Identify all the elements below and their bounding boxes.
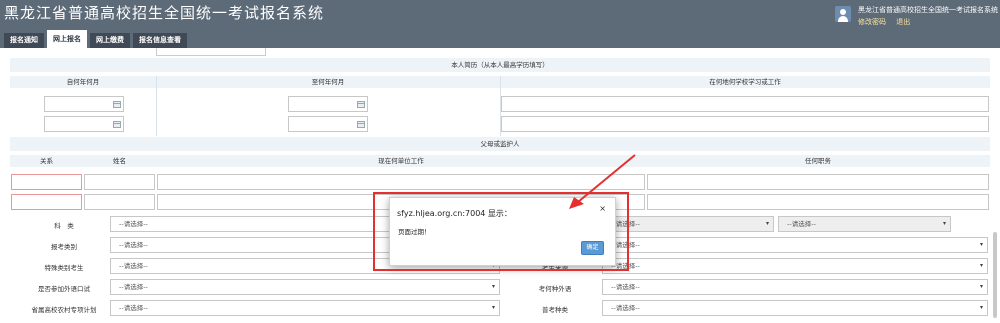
rural-plan-select[interactable]: --请选择-- ▾ bbox=[110, 300, 500, 316]
resume-col-where: 在何地何学校学习或工作 bbox=[500, 76, 990, 88]
guardian-section-title: 父母或监护人 bbox=[10, 137, 990, 151]
guardian-col-relation: 关系 bbox=[10, 155, 83, 167]
guardian-col-work: 现在何单位工作 bbox=[156, 155, 646, 167]
page-scrollbar[interactable] bbox=[993, 232, 997, 318]
subject-subselect-2[interactable]: --请选择-- ▾ bbox=[778, 216, 951, 232]
app-header: 黑龙江省普通高校招生全国统一考试报名系统 报名通知 网上报名 网上缴费 报名信息… bbox=[0, 0, 1000, 48]
change-password-link[interactable]: 修改密码 bbox=[858, 18, 886, 26]
tab-registration-info[interactable]: 报名信息查看 bbox=[133, 33, 187, 48]
resume-where-2[interactable] bbox=[501, 116, 989, 132]
resume-col-to: 至何年何月 bbox=[156, 76, 500, 88]
subject-label: 科 类 bbox=[54, 222, 74, 230]
user-name: 黑龙江省普通高校招生全国统一考试报名系统 bbox=[858, 6, 998, 14]
exam-type-subselect[interactable]: --请选择-- ▾ bbox=[602, 237, 988, 253]
highlight-box bbox=[373, 192, 629, 271]
user-area: 黑龙江省普通高校招生全国统一考试报名系统 修改密码 退出 bbox=[835, 4, 1000, 30]
guardian-name-1[interactable] bbox=[84, 174, 155, 190]
chevron-down-icon: ▾ bbox=[491, 304, 495, 311]
guardian-relation-2[interactable] bbox=[11, 194, 82, 210]
calendar-icon[interactable] bbox=[113, 101, 121, 108]
exam-type-label: 报考类别 bbox=[51, 243, 77, 251]
nav-tabs: 报名通知 网上报名 网上缴费 报名信息查看 bbox=[4, 30, 187, 48]
logout-link[interactable]: 退出 bbox=[896, 18, 910, 26]
graduation-type-label: 普考种类 bbox=[542, 306, 568, 314]
calendar-icon[interactable] bbox=[357, 121, 365, 128]
chevron-down-icon: ▾ bbox=[979, 241, 983, 248]
tab-online-payment[interactable]: 网上缴费 bbox=[90, 33, 130, 48]
tab-online-registration[interactable]: 网上报名 bbox=[47, 30, 87, 48]
candidate-source-select[interactable]: --请选择-- ▾ bbox=[602, 258, 988, 274]
graduation-type-select[interactable]: --请选择-- ▾ bbox=[602, 300, 988, 316]
resume-to-date-2[interactable] bbox=[288, 116, 368, 132]
calendar-icon[interactable] bbox=[357, 101, 365, 108]
guardian-duty-2[interactable] bbox=[647, 194, 989, 210]
chevron-down-icon: ▾ bbox=[979, 304, 983, 311]
oral-test-label: 是否参加外语口试 bbox=[38, 285, 90, 293]
foreign-language-label: 考何种外语 bbox=[538, 285, 572, 293]
truncated-input[interactable] bbox=[156, 48, 266, 56]
resume-col-from: 自何年何月 bbox=[10, 76, 156, 88]
chevron-down-icon: ▾ bbox=[765, 220, 769, 227]
foreign-language-select[interactable]: --请选择-- ▾ bbox=[602, 279, 988, 295]
user-avatar-icon bbox=[835, 6, 851, 22]
app-title: 黑龙江省普通高校招生全国统一考试报名系统 bbox=[4, 4, 325, 22]
guardian-name-2[interactable] bbox=[84, 194, 155, 210]
guardian-col-duty: 任何职务 bbox=[646, 155, 990, 167]
chevron-down-icon: ▾ bbox=[979, 283, 983, 290]
resume-section-title: 本人简历（从本人最高学历填写） bbox=[10, 58, 990, 72]
resume-from-date-2[interactable] bbox=[44, 116, 124, 132]
resume-from-date-1[interactable] bbox=[44, 96, 124, 112]
registration-form: 本人简历（从本人最高学历填写） 自何年何月 至何年何月 在何地何学校学习或工作 … bbox=[10, 48, 990, 323]
resume-to-date-1[interactable] bbox=[288, 96, 368, 112]
rural-plan-label: 省属高校农村专项计划 bbox=[31, 306, 97, 314]
guardian-relation-1[interactable] bbox=[11, 174, 82, 190]
chevron-down-icon: ▾ bbox=[942, 220, 946, 227]
chevron-down-icon: ▾ bbox=[491, 283, 495, 290]
calendar-icon[interactable] bbox=[113, 121, 121, 128]
chevron-down-icon: ▾ bbox=[979, 262, 983, 269]
special-type-label: 特殊类别考生 bbox=[44, 264, 84, 272]
oral-test-select[interactable]: --请选择-- ▾ bbox=[110, 279, 500, 295]
guardian-duty-1[interactable] bbox=[647, 174, 989, 190]
resume-where-1[interactable] bbox=[501, 96, 989, 112]
tab-notice[interactable]: 报名通知 bbox=[4, 33, 44, 48]
guardian-work-1[interactable] bbox=[157, 174, 645, 190]
guardian-col-name: 姓名 bbox=[83, 155, 156, 167]
